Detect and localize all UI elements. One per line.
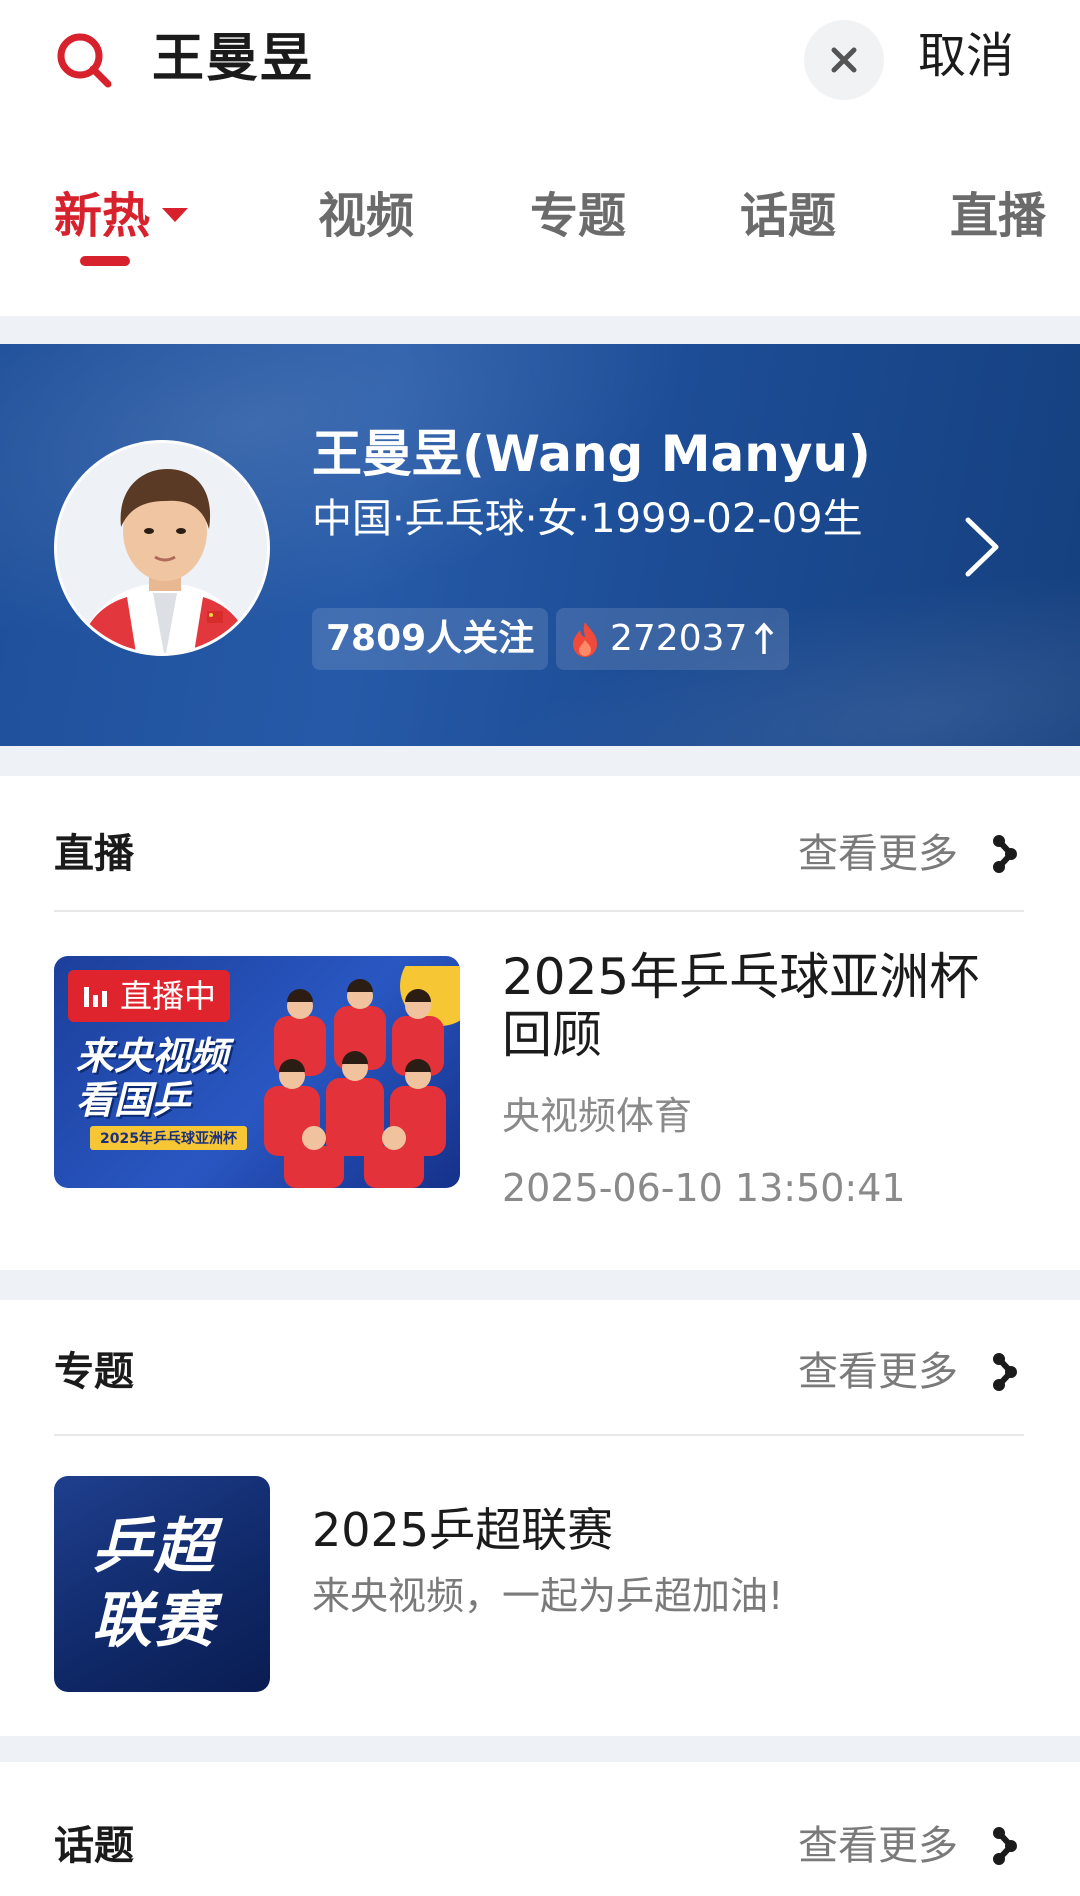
thumbnail-banner: 2025年乒乓球亚洲杯 — [90, 1126, 247, 1150]
search-bar: 王曼昱 取消 — [0, 0, 1080, 120]
hashtag-section: 话题 查看更多 — [0, 1762, 1080, 1896]
tab-live[interactable]: 直播 — [950, 184, 1046, 248]
chevron-right-icon — [965, 517, 999, 577]
arrow-up-icon — [755, 622, 774, 654]
heat-badge: 272037 — [556, 608, 790, 670]
special-thumbnail-text: 乒超联赛 — [92, 1512, 216, 1656]
special-thumbnail[interactable]: 乒超联赛 — [54, 1476, 270, 1692]
live-bars-icon — [84, 987, 107, 1007]
followers-badge: 7809人关注 — [312, 608, 549, 670]
more-label: 查看更多 — [798, 1823, 958, 1869]
special-more-link[interactable]: 查看更多 — [798, 1344, 1020, 1400]
active-tab-indicator — [80, 256, 130, 266]
live-item-title[interactable]: 2025年乒乓球亚洲杯回顾 — [502, 948, 1022, 1064]
special-item-title[interactable]: 2025乒超联赛 — [312, 1500, 613, 1560]
search-input[interactable]: 王曼昱 — [152, 24, 314, 94]
section-title-special: 专题 — [54, 1349, 134, 1395]
hashtag-more-link[interactable]: 查看更多 — [798, 1818, 1020, 1874]
more-arrow-icon — [993, 1353, 1017, 1391]
more-label: 查看更多 — [798, 1349, 958, 1395]
more-label: 查看更多 — [798, 831, 958, 877]
special-section: 专题 查看更多 乒超联赛 2025乒超联赛 来央视频，一起为乒超加油! — [0, 1300, 1080, 1736]
clear-search-button[interactable] — [804, 20, 884, 100]
athlete-photo — [57, 443, 267, 653]
search-icon — [57, 33, 112, 88]
more-arrow-icon — [993, 1827, 1017, 1865]
tab-special[interactable]: 专题 — [530, 184, 626, 248]
players-image — [264, 966, 460, 1188]
cancel-button[interactable]: 取消 — [918, 24, 1014, 88]
section-title-live: 直播 — [54, 831, 134, 877]
flame-icon — [573, 622, 597, 657]
special-item-desc: 来央视频，一起为乒超加油! — [312, 1574, 784, 1618]
divider — [54, 910, 1024, 912]
live-thumbnail[interactable]: 直播中 来央视频 看国乒 2025年乒乓球亚洲杯 — [54, 956, 460, 1188]
live-badge-label: 直播中 — [120, 977, 217, 1015]
heat-value: 272037 — [610, 618, 748, 659]
athlete-card[interactable]: 王曼昱(Wang Manyu) 中国·乒乓球·女·1999-02-09生 780… — [0, 344, 1080, 746]
tab-video[interactable]: 视频 — [318, 184, 414, 248]
live-more-link[interactable]: 查看更多 — [798, 826, 1020, 882]
tab-hot[interactable]: 新热 — [54, 184, 189, 248]
more-arrow-icon — [993, 835, 1017, 873]
tab-label: 新热 — [54, 188, 151, 244]
section-title-hashtag: 话题 — [54, 1823, 134, 1869]
athlete-name: 王曼昱(Wang Manyu) — [312, 425, 871, 483]
athlete-avatar — [54, 440, 270, 656]
live-item-time: 2025-06-10 13:50:41 — [502, 1166, 906, 1210]
live-section: 直播 查看更多 直播中 来央视频 看国乒 2025年乒乓球亚洲杯 2025年乒乓… — [0, 776, 1080, 1270]
thumbnail-title: 来央视频 看国乒 — [76, 1034, 229, 1122]
tab-topic[interactable]: 话题 — [740, 184, 836, 248]
divider — [54, 1434, 1024, 1436]
chevron-down-icon — [162, 208, 189, 222]
athlete-info: 中国·乒乓球·女·1999-02-09生 — [312, 496, 863, 542]
live-item-source: 央视频体育 — [502, 1094, 693, 1138]
search-tabs: 新热 视频 专题 话题 直播 — [0, 120, 1080, 316]
close-icon — [831, 47, 857, 73]
live-badge: 直播中 — [68, 970, 231, 1022]
